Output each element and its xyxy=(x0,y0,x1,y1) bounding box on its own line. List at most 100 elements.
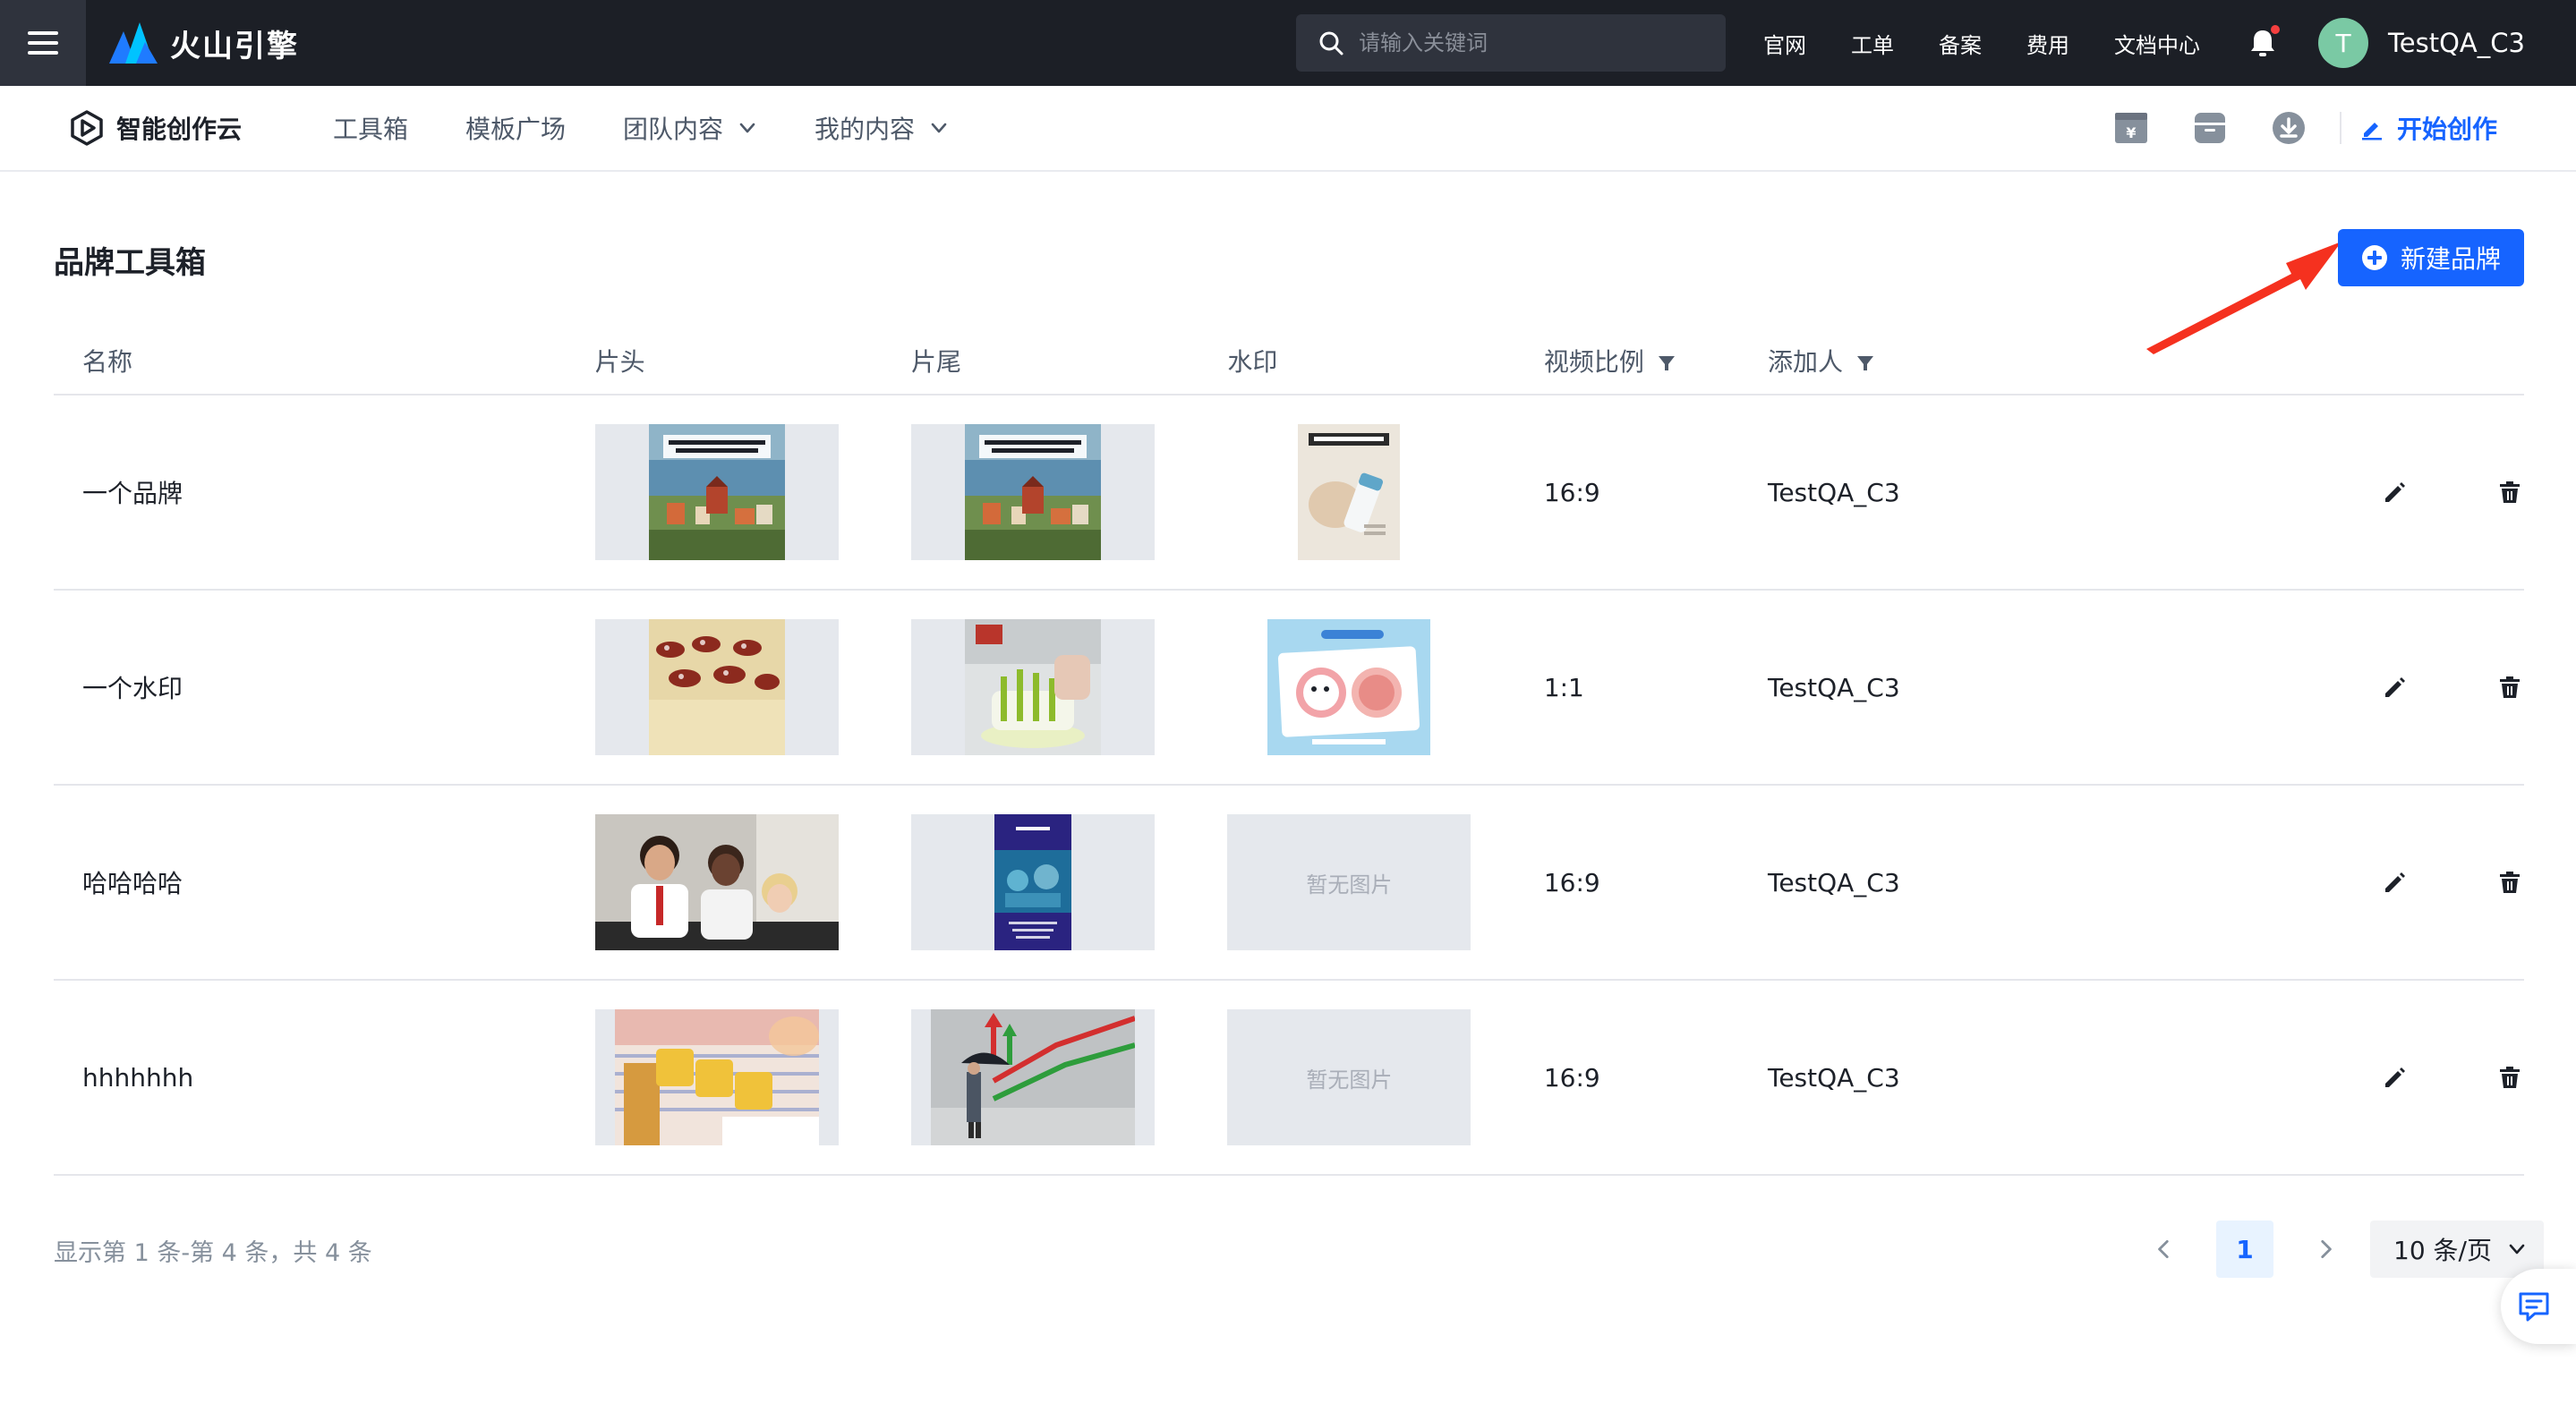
food-dishes-image xyxy=(648,619,785,755)
filter-icon[interactable] xyxy=(1856,354,1874,372)
new-brand-button[interactable]: 新建品牌 xyxy=(2338,229,2524,286)
no-image-placeholder: 暂无图片 xyxy=(1227,814,1471,950)
column-header-adder: 添加人 xyxy=(1767,327,2232,396)
outro-thumbnail[interactable] xyxy=(911,814,1156,950)
plus-circle-icon xyxy=(2361,245,2387,270)
chevron-down-icon xyxy=(739,123,755,133)
edit-icon[interactable] xyxy=(2381,478,2410,506)
feedback-button[interactable] xyxy=(2501,1269,2576,1344)
link-official-site[interactable]: 官网 xyxy=(1763,28,1806,59)
pencil-icon xyxy=(2362,123,2382,140)
nav-item-team-content[interactable]: 团队内容 xyxy=(623,110,757,146)
city-coast-image xyxy=(648,424,785,560)
table-row: 一个水印 1:1 TestQA_C3 xyxy=(54,590,2524,786)
adder-name: TestQA_C3 xyxy=(1767,590,2232,786)
page-number-button[interactable]: 1 xyxy=(2216,1221,2273,1278)
column-header-adder-label: 添加人 xyxy=(1767,346,1843,377)
start-create-button[interactable]: 开始创作 xyxy=(2359,110,2497,146)
nav-item-my-content[interactable]: 我的内容 xyxy=(815,110,949,146)
start-create-label: 开始创作 xyxy=(2397,115,2498,144)
top-bar: 火山引擎 官网 工单 备案 费用 文档中心 T TestQA_C3 xyxy=(0,0,2576,86)
intro-thumbnail[interactable] xyxy=(594,814,839,950)
table-row: hhhhhhh 暂无图片 16:9 TestQA_C3 xyxy=(54,980,2524,1176)
edit-icon[interactable] xyxy=(2381,1063,2410,1092)
delete-icon[interactable] xyxy=(2495,868,2524,897)
product-brand[interactable]: 智能创作云 xyxy=(68,86,242,170)
brand-name: hhhhhhh xyxy=(54,980,595,1176)
intro-thumbnail[interactable] xyxy=(594,424,839,560)
office-team-image xyxy=(594,814,839,950)
volcengine-logo[interactable]: 火山引擎 xyxy=(109,20,299,66)
watermark-thumbnail[interactable] xyxy=(1227,619,1471,755)
video-ratio: 1:1 xyxy=(1543,590,1768,786)
delete-icon[interactable] xyxy=(2495,1063,2524,1092)
svg-text:¥: ¥ xyxy=(2126,124,2136,141)
column-header-intro: 片头 xyxy=(594,327,912,396)
hamburger-icon xyxy=(28,31,58,55)
cartoon-poster-image xyxy=(1267,619,1431,755)
adder-name: TestQA_C3 xyxy=(1767,395,2232,591)
pricing-box-icon[interactable]: ¥ xyxy=(2112,109,2150,147)
new-brand-label: 新建品牌 xyxy=(2400,245,2501,273)
nav-tools: ¥ 开始创作 xyxy=(2112,86,2497,170)
table-header-row: 名称 片头 片尾 水印 视频比例 添加人 xyxy=(54,327,2524,396)
delete-icon[interactable] xyxy=(2495,478,2524,506)
nav-item-toolbox[interactable]: 工具箱 xyxy=(333,110,408,146)
skincare-product-image xyxy=(1298,424,1401,560)
search-input[interactable] xyxy=(1359,30,1699,55)
video-ratio: 16:9 xyxy=(1543,785,1768,981)
outro-thumbnail[interactable] xyxy=(911,1009,1156,1145)
adder-name: TestQA_C3 xyxy=(1767,980,2232,1176)
adder-name: TestQA_C3 xyxy=(1767,785,2232,981)
column-header-outro: 片尾 xyxy=(911,327,1228,396)
creation-cloud-logo-icon xyxy=(71,110,103,146)
pagination: 1 10 条/页 xyxy=(2146,1221,2544,1278)
next-page-button[interactable] xyxy=(2307,1231,2343,1267)
chevron-down-icon xyxy=(2509,1244,2525,1255)
avatar[interactable]: T xyxy=(2318,18,2368,68)
notification-badge xyxy=(2271,25,2280,34)
edit-icon[interactable] xyxy=(2381,868,2410,897)
link-billing[interactable]: 费用 xyxy=(2026,28,2069,59)
intro-thumbnail[interactable] xyxy=(594,1009,839,1145)
brand-table: 名称 片头 片尾 水印 视频比例 添加人 一个品牌 16:9 TestQA_C3… xyxy=(54,327,2524,1176)
column-header-actions xyxy=(2231,327,2524,396)
divider xyxy=(2340,112,2341,144)
download-icon[interactable] xyxy=(2270,109,2307,147)
brand-name: 一个水印 xyxy=(54,590,595,786)
prev-page-button[interactable] xyxy=(2146,1231,2182,1267)
archive-icon[interactable] xyxy=(2191,109,2229,147)
link-tickets[interactable]: 工单 xyxy=(1851,28,1894,59)
city-coast-image xyxy=(965,424,1102,560)
umbrella-arrows-image xyxy=(931,1009,1136,1145)
nav-item-label: 模板广场 xyxy=(465,115,567,144)
intro-thumbnail[interactable] xyxy=(594,619,839,755)
page-title: 品牌工具箱 xyxy=(54,245,206,281)
nav-item-label: 我的内容 xyxy=(815,115,916,144)
table-row: 一个品牌 16:9 TestQA_C3 xyxy=(54,395,2524,591)
link-filing[interactable]: 备案 xyxy=(1939,28,1982,59)
username[interactable]: TestQA_C3 xyxy=(2388,0,2525,86)
link-docs[interactable]: 文档中心 xyxy=(2114,28,2200,59)
column-header-watermark: 水印 xyxy=(1227,327,1544,396)
watermark-thumbnail[interactable] xyxy=(1227,424,1471,560)
brand-name: 一个品牌 xyxy=(54,395,595,591)
nav-item-template-square[interactable]: 模板广场 xyxy=(465,110,566,146)
chevron-left-icon xyxy=(2158,1239,2169,1259)
pagination-info: 显示第 1 条-第 4 条，共 4 条 xyxy=(54,1239,372,1267)
chat-feedback-icon xyxy=(2519,1292,2549,1322)
logo-text: 火山引擎 xyxy=(170,28,299,64)
edit-icon[interactable] xyxy=(2381,673,2410,702)
global-search xyxy=(1296,14,1726,72)
outro-thumbnail[interactable] xyxy=(911,424,1156,560)
chevron-down-icon xyxy=(931,123,947,133)
delete-icon[interactable] xyxy=(2495,673,2524,702)
product-name: 智能创作云 xyxy=(116,115,243,144)
page-size-select[interactable]: 10 条/页 xyxy=(2370,1221,2544,1278)
column-header-ratio-label: 视频比例 xyxy=(1543,346,1644,377)
outro-thumbnail[interactable] xyxy=(911,619,1156,755)
nav-menu: 工具箱 模板广场 团队内容 我的内容 xyxy=(333,86,1006,170)
filter-icon[interactable] xyxy=(1658,354,1676,372)
hamburger-menu-button[interactable] xyxy=(0,0,86,86)
search-icon xyxy=(1319,31,1343,55)
